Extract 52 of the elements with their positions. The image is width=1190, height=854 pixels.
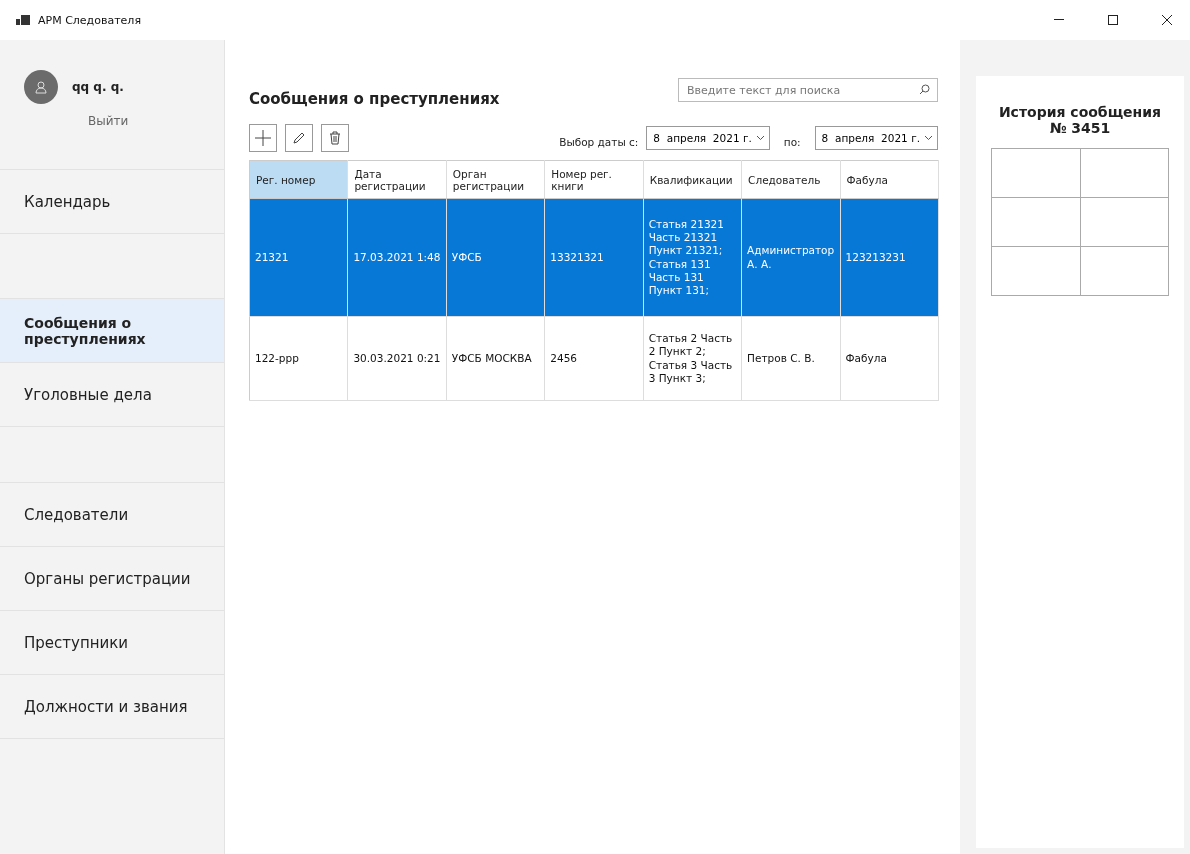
sidebar-item[interactable]: Сообщения о преступлениях (0, 299, 224, 363)
table-cell: 21321 (249, 198, 348, 317)
plus-icon (255, 130, 271, 146)
app-icon (16, 14, 30, 26)
sidebar-item[interactable]: Календарь (0, 170, 224, 234)
table-cell: Администратор А. А. (741, 198, 841, 317)
user-name: qq q. q. (72, 80, 124, 94)
sidebar-item[interactable]: Следователи (0, 483, 224, 547)
trash-icon (329, 131, 341, 145)
table-cell: 13321321 (544, 198, 644, 317)
column-header[interactable]: Дата регистрации (347, 160, 447, 199)
delete-button[interactable] (321, 124, 349, 152)
table-cell: Статья 21321 Часть 21321 Пункт 21321; Статья 131 Часть 131 Пункт 131; (643, 198, 742, 317)
date-to-label: по: (783, 136, 801, 148)
table-cell: 2456 (544, 316, 644, 401)
edit-button[interactable] (285, 124, 313, 152)
table-cell: Фабула (840, 316, 939, 401)
table-cell: 17.03.2021 1:48 (347, 198, 447, 317)
table-cell: УФСБ МОСКВА (446, 316, 545, 401)
table-cell: 123213231 (840, 198, 939, 317)
logout-link[interactable]: Выйти (88, 114, 129, 128)
sidebar-item[interactable]: Органы регистрации (0, 547, 224, 611)
sidebar-item[interactable]: Преступники (0, 611, 224, 675)
table-cell: Петров С. В. (741, 316, 841, 401)
table-cell: Статья 2 Часть 2 Пункт 2; Статья 3 Часть 3 Пункт 3; (643, 316, 742, 401)
column-header[interactable]: Квалификации (643, 160, 742, 199)
maximize-icon (1108, 15, 1118, 25)
page-title: Сообщения о преступлениях (249, 90, 500, 108)
date-from-label: Выбор даты с: (559, 136, 639, 148)
table-cell: 30.03.2021 0:21 (347, 316, 447, 401)
column-header[interactable]: Орган регистрации (446, 160, 545, 199)
column-header[interactable]: Номер рег. книги (544, 160, 644, 199)
window-title: АРМ Следователя (38, 13, 142, 27)
date-to-picker[interactable]: 8 апреля 2021 г. (814, 126, 938, 150)
table-cell: 122-ppp (249, 316, 348, 401)
sidebar-item[interactable]: Уголовные дела (0, 363, 224, 427)
add-button[interactable] (249, 124, 277, 152)
caret-icon (755, 135, 765, 141)
avatar (24, 70, 58, 104)
date-from-picker[interactable]: 8 апреля 2021 г. (646, 126, 770, 150)
minimize-icon (1054, 19, 1064, 21)
history-title: История сообщения № 3451 (997, 104, 1163, 136)
column-header[interactable]: Фабула (840, 160, 939, 199)
pencil-icon (292, 131, 306, 145)
sidebar-item[interactable]: Должности и звания (0, 675, 224, 739)
close-icon (1162, 15, 1172, 25)
search-field[interactable]: Введите текст для поиска (678, 78, 938, 102)
search-icon (919, 84, 930, 95)
table-cell: УФСБ (446, 198, 545, 317)
caret-icon (924, 135, 933, 141)
column-header[interactable]: Рег. номер (249, 160, 348, 199)
column-header[interactable]: Следователь (741, 160, 841, 199)
